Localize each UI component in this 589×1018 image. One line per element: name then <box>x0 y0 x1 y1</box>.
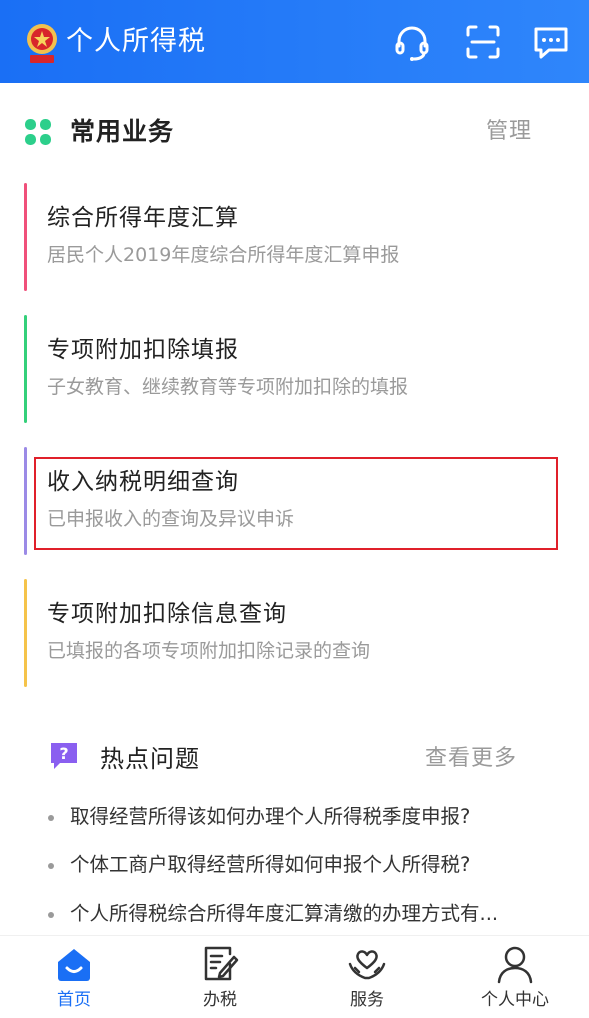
faq-question: 取得经营所得该如何办理个人所得税季度申报? <box>70 805 471 828</box>
tab-label: 首页 <box>57 990 91 1010</box>
card-subtitle: 已填报的各项专项附加扣除记录的查询 <box>47 640 371 662</box>
app-title: 个人所得税 <box>66 26 206 57</box>
card-accent-bar <box>24 579 27 687</box>
card-subtitle: 居民个人2019年度综合所得年度汇算申报 <box>47 244 400 266</box>
person-icon <box>497 946 533 984</box>
card-special-deduction-query[interactable]: 专项附加扣除信息查询 已填报的各项专项附加扣除记录的查询 <box>24 579 565 687</box>
tab-home[interactable]: 首页 <box>14 936 134 1018</box>
bullet-dot <box>48 863 54 869</box>
home-icon <box>58 949 90 981</box>
bullet-dot <box>48 912 54 918</box>
emblem-icon <box>27 24 57 63</box>
document-edit-icon <box>204 946 239 981</box>
tab-tax[interactable]: 办税 <box>160 936 280 1018</box>
apps-grid-icon <box>25 119 51 145</box>
card-accent-bar <box>24 183 27 291</box>
svg-text:?: ? <box>59 744 68 763</box>
tab-label: 个人中心 <box>481 990 549 1010</box>
faq-item[interactable]: 个人所得税综合所得年度汇算清缴的办理方式有... <box>48 898 548 930</box>
faq-item[interactable]: 个体工商户取得经营所得如何申报个人所得税? <box>48 849 548 881</box>
card-annual-settlement[interactable]: 综合所得年度汇算 居民个人2019年度综合所得年度汇算申报 <box>24 183 565 291</box>
card-special-deduction-fill[interactable]: 专项附加扣除填报 子女教育、继续教育等专项附加扣除的填报 <box>24 315 565 423</box>
bullet-dot <box>48 815 54 821</box>
tab-label: 办税 <box>203 990 237 1010</box>
scan-icon[interactable] <box>463 22 503 62</box>
manage-link[interactable]: 管理 <box>486 116 532 148</box>
faq-question: 个人所得税综合所得年度汇算清缴的办理方式有... <box>70 902 499 925</box>
view-more-link[interactable]: 查看更多 <box>425 742 517 776</box>
card-subtitle: 子女教育、继续教育等专项附加扣除的填报 <box>47 376 409 398</box>
faq-question: 个体工商户取得经营所得如何申报个人所得税? <box>70 853 471 876</box>
heart-hands-icon <box>348 950 386 980</box>
message-icon[interactable] <box>531 22 571 62</box>
bottom-tab-bar: 首页 办税 服务 个人中心 <box>0 935 589 1018</box>
card-title: 专项附加扣除信息查询 <box>47 601 287 627</box>
tab-profile[interactable]: 个人中心 <box>455 936 575 1018</box>
tab-service[interactable]: 服务 <box>307 936 427 1018</box>
headset-icon[interactable] <box>392 22 432 62</box>
question-icon: ? <box>51 743 77 769</box>
card-accent-bar <box>24 447 27 555</box>
section-title-hot: 热点问题 <box>100 745 200 773</box>
card-accent-bar <box>24 315 27 423</box>
section-title-common: 常用业务 <box>70 117 175 146</box>
faq-item[interactable]: 取得经营所得该如何办理个人所得税季度申报? <box>48 801 548 833</box>
card-title: 综合所得年度汇算 <box>47 205 239 231</box>
highlight-box <box>34 457 558 550</box>
app-header: 个人所得税 <box>0 0 589 83</box>
tab-label: 服务 <box>350 990 384 1010</box>
card-title: 专项附加扣除填报 <box>47 337 239 363</box>
